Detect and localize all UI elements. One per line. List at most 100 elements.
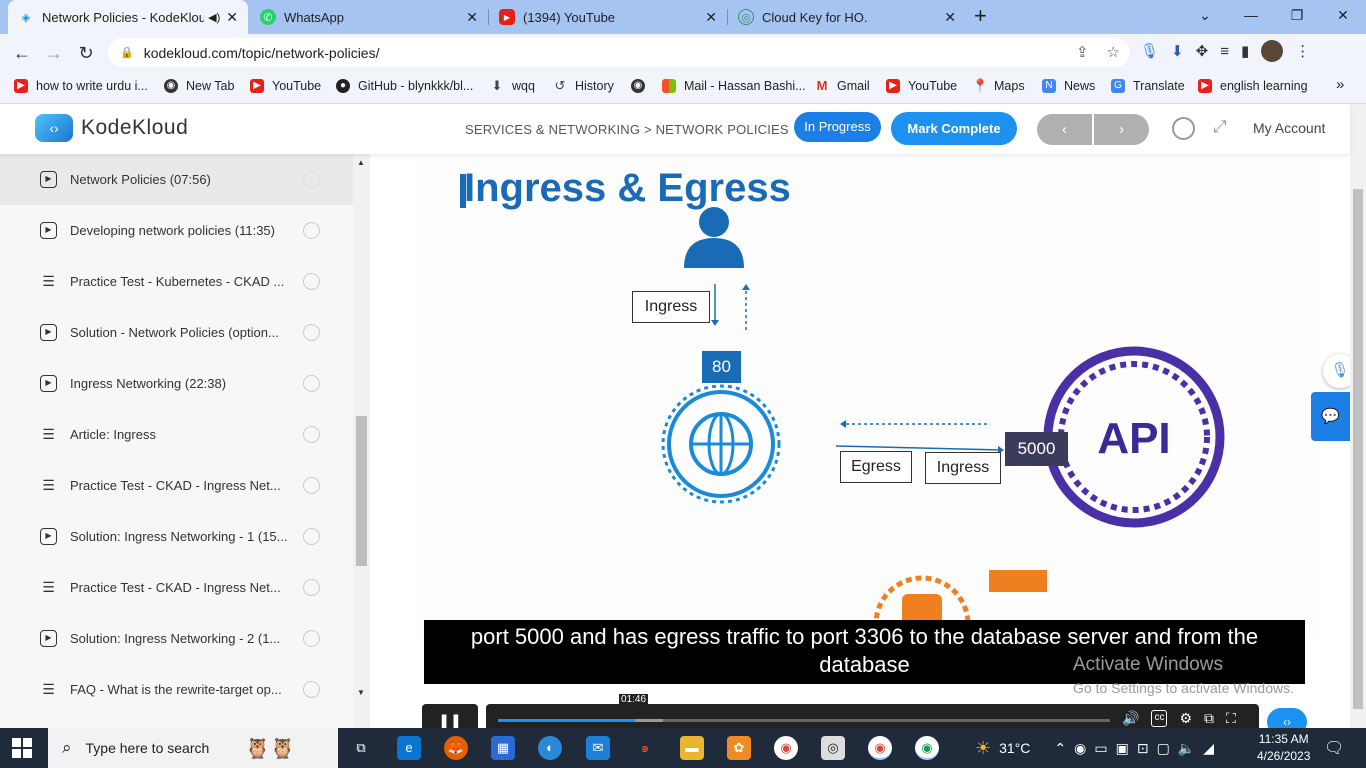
- chrome-icon[interactable]: ◉: [774, 736, 798, 760]
- tab-cloud-key[interactable]: ◎ Cloud Key for HO. ✕: [728, 0, 966, 34]
- notifications-icon[interactable]: 🗨: [1324, 738, 1344, 758]
- bookmark-item[interactable]: N News: [1042, 79, 1095, 93]
- lesson-item[interactable]: ☰ Practice Test - CKAD - Ingress Net...: [0, 460, 353, 511]
- menu-icon[interactable]: ⋮: [1295, 42, 1310, 60]
- usb-icon[interactable]: ⊡: [1137, 740, 1149, 757]
- tab-youtube[interactable]: ▶ (1394) YouTube ✕: [489, 0, 727, 34]
- bookmark-item[interactable]: M Gmail: [815, 79, 870, 94]
- completion-radio[interactable]: [303, 579, 320, 596]
- tab-whatsapp[interactable]: ✆ WhatsApp ✕: [250, 0, 488, 34]
- camera-app-icon[interactable]: ◎: [821, 736, 845, 760]
- edge-icon[interactable]: e: [397, 736, 421, 760]
- scroll-down-arrow-icon[interactable]: ▼: [357, 688, 365, 697]
- completion-radio[interactable]: [303, 681, 320, 698]
- back-icon[interactable]: ←: [6, 43, 38, 64]
- page-scrollbar-thumb[interactable]: [1353, 189, 1363, 709]
- lock-icon[interactable]: 🔒: [120, 46, 134, 59]
- captions-icon[interactable]: cc: [1151, 710, 1168, 727]
- weather-icon[interactable]: ☀: [975, 738, 991, 759]
- forward-icon[interactable]: →: [38, 43, 70, 64]
- screen-icon[interactable]: ▢: [1157, 740, 1170, 757]
- close-icon[interactable]: ✕: [466, 9, 478, 26]
- tab-search-icon[interactable]: ⌄: [1182, 0, 1228, 34]
- breadcrumb[interactable]: SERVICES & NETWORKING > NETWORK POLICIES: [465, 122, 789, 137]
- chrome-active-icon[interactable]: ◉: [868, 736, 892, 760]
- lesson-item[interactable]: ☰ Article: Ingress: [0, 409, 353, 460]
- lesson-item[interactable]: ☰ FAQ - What is the rewrite-target op...: [0, 664, 353, 715]
- dark-mode-icon[interactable]: [1172, 117, 1195, 140]
- audio-icon[interactable]: ◀): [208, 11, 220, 24]
- address-bar[interactable]: 🔒 kodekloud.com/topic/network-policies/ …: [108, 38, 1130, 67]
- bookmark-item[interactable]: ◉ New Tab: [164, 79, 234, 93]
- new-tab-button[interactable]: +: [974, 3, 987, 29]
- minimize-icon[interactable]: —: [1228, 0, 1274, 34]
- completion-radio[interactable]: [303, 426, 320, 443]
- lesson-item[interactable]: ▶ Solution - Network Policies (option...: [0, 307, 353, 358]
- chat-icon[interactable]: 💬: [1311, 392, 1350, 441]
- bookmark-item[interactable]: Mail - Hassan Bashi...: [662, 79, 806, 93]
- reading-list-icon[interactable]: ≡: [1220, 43, 1229, 60]
- settings-app-icon[interactable]: ✿: [727, 736, 751, 760]
- bookmark-item[interactable]: ↺ History: [553, 79, 614, 94]
- system-clock[interactable]: 11:35 AM 4/26/2023: [1257, 731, 1310, 765]
- lesson-item[interactable]: ▶ Solution: Ingress Networking - 1 (15...: [0, 511, 353, 562]
- chrome-profile-icon[interactable]: ◉: [915, 736, 939, 760]
- profile-avatar[interactable]: [1261, 40, 1284, 62]
- close-icon[interactable]: ✕: [944, 9, 956, 26]
- bookmark-item[interactable]: ▶ YouTube: [886, 79, 957, 93]
- kodekloud-logo[interactable]: ‹› KodeKloud: [35, 114, 188, 142]
- close-icon[interactable]: ✕: [705, 9, 717, 26]
- fullscreen-icon[interactable]: ⛶: [1226, 710, 1236, 727]
- lesson-item[interactable]: ▶ Ingress Networking (22:38): [0, 358, 353, 409]
- bookmark-star-icon[interactable]: ☆: [1107, 43, 1120, 61]
- lesson-item[interactable]: ▶ Developing network policies (11:35): [0, 205, 353, 256]
- lesson-item[interactable]: ☰ Practice Test - Kubernetes - CKAD ...: [0, 256, 353, 307]
- close-icon[interactable]: ✕: [226, 9, 238, 26]
- puzzle-icon[interactable]: ✥: [1196, 42, 1209, 60]
- expand-icon[interactable]: ⤢: [1213, 117, 1227, 137]
- tab-kodekloud[interactable]: ◈ Network Policies - KodeKlou ◀) ✕: [8, 0, 248, 34]
- settings-gear-icon[interactable]: ⚙: [1179, 710, 1192, 727]
- picture-in-picture-icon[interactable]: ⧉: [1204, 710, 1214, 727]
- wifi-icon[interactable]: ◢: [1203, 740, 1214, 757]
- bookmark-item[interactable]: ▶ how to write urdu i...: [14, 79, 148, 93]
- sidebar-scrollbar-thumb[interactable]: [356, 416, 367, 566]
- file-explorer-icon[interactable]: ▬: [680, 736, 704, 760]
- device-icon[interactable]: ▣: [1116, 740, 1129, 757]
- previous-lesson-button[interactable]: ‹: [1037, 114, 1092, 145]
- restore-icon[interactable]: ❐: [1274, 0, 1320, 34]
- firefox-icon[interactable]: 🦊: [444, 736, 468, 760]
- next-lesson-button[interactable]: ›: [1094, 114, 1149, 145]
- bookmark-item[interactable]: ● GitHub - blynkkk/bl...: [336, 79, 473, 93]
- share-icon[interactable]: ⇪: [1076, 43, 1089, 61]
- bookmark-item[interactable]: ▶ YouTube: [250, 79, 321, 93]
- volume-icon[interactable]: 🔊: [1122, 710, 1139, 727]
- bookmark-item[interactable]: G Translate: [1111, 79, 1185, 93]
- lesson-item[interactable]: ▶ Network Policies (07:56): [0, 154, 353, 205]
- windows-start-icon[interactable]: [12, 738, 32, 758]
- lesson-item[interactable]: ▶ Solution: Ingress Networking - 2 (1...: [0, 613, 353, 664]
- completion-radio[interactable]: [303, 222, 320, 239]
- tray-expand-icon[interactable]: ⌃: [1054, 740, 1066, 757]
- bookmark-item[interactable]: 📍 Maps: [972, 79, 1025, 94]
- mic-extension-icon[interactable]: 🎙: [1140, 42, 1159, 60]
- reload-icon[interactable]: ↻: [70, 43, 102, 64]
- completion-radio[interactable]: [303, 477, 320, 494]
- in-progress-button[interactable]: In Progress: [794, 112, 881, 142]
- scroll-up-arrow-icon[interactable]: ▲: [357, 158, 365, 167]
- taskbar-search[interactable]: ⌕ Type here to search 🦉🦉: [48, 728, 338, 768]
- mark-complete-button[interactable]: Mark Complete: [891, 112, 1017, 145]
- bookmark-item[interactable]: ▶ english learning: [1198, 79, 1308, 93]
- record-icon[interactable]: ◉: [1074, 740, 1086, 757]
- side-panel-icon[interactable]: ▮: [1241, 42, 1249, 60]
- more-bookmarks-button[interactable]: »: [1336, 76, 1344, 93]
- completion-radio[interactable]: [303, 171, 320, 188]
- network-icon[interactable]: ▭: [1094, 740, 1107, 757]
- mail-icon[interactable]: ✉: [586, 736, 610, 760]
- video-player[interactable]: Ingress & Egress Ingress 80 Egress Ingre…: [414, 154, 1315, 638]
- speaker-icon[interactable]: 🔈: [1178, 740, 1195, 757]
- store-icon[interactable]: ▦: [491, 736, 515, 760]
- app-icon[interactable]: ◐: [538, 736, 562, 760]
- completion-radio[interactable]: [303, 630, 320, 647]
- task-view-icon[interactable]: ⧉: [349, 736, 373, 760]
